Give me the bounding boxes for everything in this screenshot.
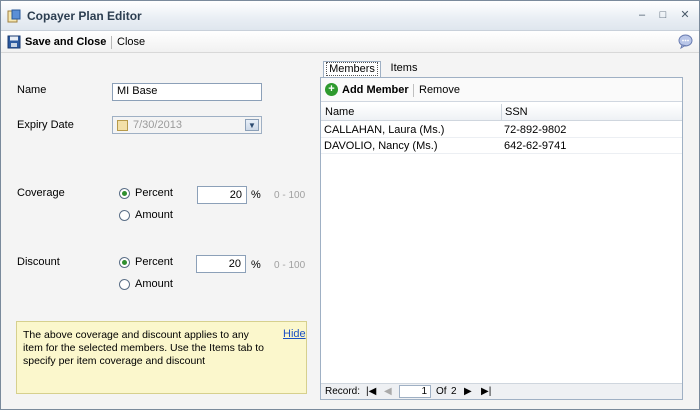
expiry-date-value: 7/30/2013 bbox=[133, 119, 182, 131]
radio-unselected-icon bbox=[119, 278, 130, 290]
discount-amount-radio[interactable]: Amount bbox=[119, 278, 173, 290]
member-ssn-cell: 642-62-9741 bbox=[504, 140, 567, 152]
column-header-ssn[interactable]: SSN bbox=[505, 106, 528, 118]
main-toolbar: Save and Close Close bbox=[1, 31, 699, 53]
info-note-panel: The above coverage and discount applies … bbox=[16, 321, 307, 394]
add-member-label: Add Member bbox=[342, 83, 409, 96]
coverage-amount-label: Amount bbox=[135, 209, 173, 221]
members-grid-header: Name SSN bbox=[321, 104, 682, 121]
table-row[interactable]: DAVOLIO, Nancy (Ms.) 642-62-9741 bbox=[321, 138, 682, 154]
next-record-button[interactable]: ▶ bbox=[464, 386, 472, 397]
expiry-date-label: Expiry Date bbox=[17, 119, 74, 131]
tab-members[interactable]: Members bbox=[323, 61, 381, 78]
close-window-button[interactable]: ✕ bbox=[678, 9, 692, 21]
radio-unselected-icon bbox=[119, 209, 130, 221]
discount-label: Discount bbox=[17, 256, 60, 268]
toolbar-separator bbox=[111, 36, 112, 49]
calendar-icon bbox=[117, 120, 128, 131]
coverage-percent-label: Percent bbox=[135, 187, 173, 199]
coverage-label: Coverage bbox=[17, 187, 65, 199]
first-record-button[interactable]: |◀ bbox=[366, 386, 376, 397]
discount-amount-label: Amount bbox=[135, 278, 173, 290]
add-icon: + bbox=[325, 83, 338, 96]
discount-range-hint: 0 - 100 bbox=[274, 260, 306, 271]
copayer-plan-editor-window: Copayer Plan Editor – □ ✕ Save and Close… bbox=[0, 0, 700, 410]
total-records: 2 bbox=[451, 386, 457, 397]
hide-note-link[interactable]: Hide bbox=[283, 328, 306, 340]
add-member-button[interactable]: + Add Member bbox=[325, 83, 409, 96]
maximize-button[interactable]: □ bbox=[656, 9, 670, 21]
name-input[interactable]: MI Base bbox=[112, 83, 262, 101]
tab-members-label: Members bbox=[326, 62, 378, 76]
save-and-close-button[interactable]: Save and Close bbox=[7, 34, 106, 50]
record-label: Record: bbox=[325, 386, 361, 397]
floppy-disk-icon bbox=[7, 35, 21, 49]
tab-items[interactable]: Items bbox=[387, 61, 421, 78]
table-row[interactable]: CALLAHAN, Laura (Ms.) 72-892-9802 bbox=[321, 122, 682, 138]
info-note-text: The above coverage and discount applies … bbox=[23, 329, 265, 367]
coverage-percent-radio[interactable]: Percent bbox=[119, 187, 173, 199]
column-header-name[interactable]: Name bbox=[325, 106, 354, 118]
member-name-cell: DAVOLIO, Nancy (Ms.) bbox=[324, 140, 438, 152]
coverage-percent-input[interactable]: 20 bbox=[197, 186, 247, 204]
title-bar: Copayer Plan Editor – □ ✕ bbox=[1, 1, 699, 31]
radio-selected-icon bbox=[119, 256, 130, 268]
save-and-close-label: Save and Close bbox=[25, 36, 107, 48]
members-panel: + Add Member Remove Name SSN CALLAHAN, L… bbox=[320, 77, 683, 400]
radio-selected-icon bbox=[119, 187, 130, 199]
coverage-amount-radio[interactable]: Amount bbox=[119, 209, 173, 221]
chevron-down-icon[interactable]: ▼ bbox=[245, 119, 259, 131]
app-icon bbox=[7, 9, 21, 23]
coverage-range-hint: 0 - 100 bbox=[274, 190, 306, 201]
discount-unit: % bbox=[251, 259, 261, 271]
discount-percent-label: Percent bbox=[135, 256, 173, 268]
current-record-input[interactable]: 1 bbox=[399, 385, 431, 398]
of-label: Of bbox=[436, 386, 447, 397]
remove-button[interactable]: Remove bbox=[419, 84, 460, 96]
close-button[interactable]: Close bbox=[117, 34, 145, 50]
help-icon[interactable] bbox=[678, 34, 693, 49]
toolbar-separator bbox=[413, 84, 414, 97]
column-divider[interactable] bbox=[501, 104, 502, 121]
name-label: Name bbox=[17, 84, 47, 96]
previous-record-button[interactable]: ◀ bbox=[384, 386, 392, 397]
coverage-unit: % bbox=[251, 189, 261, 201]
member-name-cell: CALLAHAN, Laura (Ms.) bbox=[324, 124, 445, 136]
minimize-button[interactable]: – bbox=[635, 9, 649, 21]
member-ssn-cell: 72-892-9802 bbox=[504, 124, 567, 136]
window-title: Copayer Plan Editor bbox=[27, 9, 142, 23]
discount-percent-radio[interactable]: Percent bbox=[119, 256, 173, 268]
expiry-date-picker[interactable]: 7/30/2013 ▼ bbox=[112, 116, 262, 134]
last-record-button[interactable]: ▶| bbox=[481, 386, 491, 397]
discount-percent-input[interactable]: 20 bbox=[196, 255, 246, 273]
members-toolbar: + Add Member Remove bbox=[321, 78, 682, 102]
record-navigator: Record: |◀ ◀ 1 Of 2 ▶ ▶| bbox=[321, 383, 682, 399]
